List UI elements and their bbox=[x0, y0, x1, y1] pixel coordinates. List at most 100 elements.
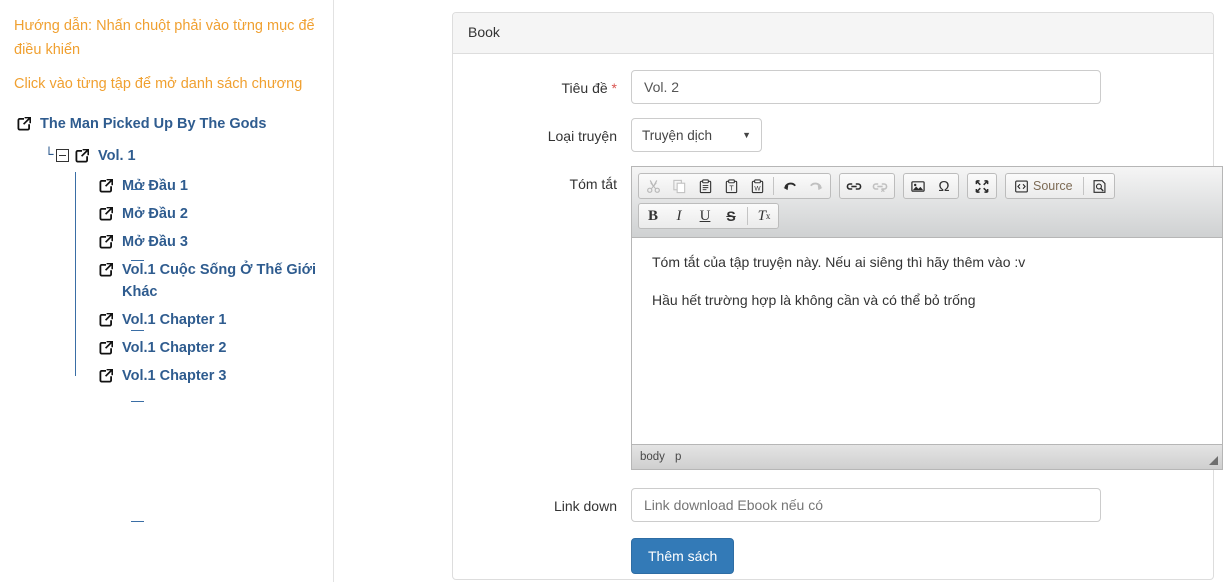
external-link-icon bbox=[98, 234, 114, 250]
toolbar-separator bbox=[773, 177, 774, 195]
hint-right-click: Hướng dẫn: Nhấn chuột phải vào từng mục … bbox=[14, 18, 315, 58]
story-type-select[interactable]: Truyện dịch ▼ bbox=[631, 118, 762, 152]
paste-icon[interactable] bbox=[692, 174, 718, 198]
source-label: Source bbox=[1033, 179, 1073, 193]
tree-connector-horizontal bbox=[131, 189, 144, 190]
tree-item-label: Vol.1 Chapter 2 bbox=[122, 340, 227, 356]
form-row-type: Loại truyện Truyện dịch ▼ bbox=[453, 118, 1213, 152]
type-label: Loại truyện bbox=[547, 128, 617, 144]
bold-icon[interactable]: B bbox=[640, 204, 666, 228]
external-link-icon bbox=[16, 116, 32, 132]
tree-item-label: Vol.1 Chapter 3 bbox=[122, 368, 227, 384]
tree-item-label: The Man Picked Up By The Gods bbox=[40, 116, 267, 132]
tree-item-book[interactable]: The Man Picked Up By The Gods bbox=[14, 110, 323, 138]
tree-item-chapter-7[interactable]: Vol.1 Chapter 3 bbox=[98, 362, 323, 390]
chevron-down-icon: ▼ bbox=[742, 130, 751, 140]
unlink-icon[interactable] bbox=[867, 174, 893, 198]
redo-icon[interactable] bbox=[803, 174, 829, 198]
maximize-icon[interactable] bbox=[969, 174, 995, 198]
editor-content-area[interactable]: Tóm tắt của tập truyện này. Nếu ai siêng… bbox=[632, 238, 1222, 444]
external-link-icon bbox=[98, 262, 114, 278]
tree-item-chapter-5[interactable]: Vol.1 Chapter 1 bbox=[98, 306, 323, 334]
list-item: Vol.1 Chapter 3 bbox=[98, 362, 323, 390]
external-link-icon bbox=[98, 312, 114, 328]
story-type-selected-value: Truyện dịch bbox=[642, 127, 713, 143]
book-form-panel: Book Tiêu đề * Loại truyện Truyện dịch bbox=[452, 12, 1223, 580]
title-input[interactable] bbox=[631, 70, 1101, 104]
list-item: Mở Đầu 1 bbox=[98, 172, 323, 200]
external-link-icon bbox=[98, 368, 114, 384]
external-link-icon bbox=[98, 340, 114, 356]
summary-field-wrap: T W Ω Source B I U S T x Tóm tắt của tập… bbox=[631, 166, 1228, 470]
link-down-field-wrap bbox=[631, 488, 1213, 522]
form-row-submit: Thêm sách bbox=[453, 538, 1213, 574]
tree-item-volume[interactable]: └ Vol. 1 bbox=[42, 142, 323, 170]
rich-text-editor: T W Ω Source B I U S T x Tóm tắt của tập… bbox=[631, 166, 1223, 470]
tree-item-chapter-2[interactable]: Mở Đầu 2 bbox=[98, 200, 323, 228]
resize-grip-icon[interactable] bbox=[1209, 456, 1218, 465]
tree-item-chapter-6[interactable]: Vol.1 Chapter 2 bbox=[98, 334, 323, 362]
clipboard-group: T W bbox=[638, 173, 831, 199]
tree-item-chapter-3[interactable]: Mở Đầu 3 bbox=[98, 228, 323, 256]
editor-toolbar: T W Ω Source B I U S T x bbox=[632, 167, 1222, 238]
source-icon bbox=[1015, 180, 1028, 193]
svg-text:T: T bbox=[729, 185, 734, 192]
tree-item-label: Mở Đầu 2 bbox=[122, 206, 188, 222]
cut-icon[interactable] bbox=[640, 174, 666, 198]
paste-from-word-icon[interactable]: W bbox=[744, 174, 770, 198]
tree-item-label: Vol.1 Cuộc Sống Ở Thế Giới Khác bbox=[122, 262, 317, 300]
list-item: Vol.1 Chapter 2 bbox=[98, 334, 323, 362]
tree-item-label: Mở Đầu 3 bbox=[122, 234, 188, 250]
tree-item-chapter-1[interactable]: Mở Đầu 1 bbox=[98, 172, 323, 200]
link-icon[interactable] bbox=[841, 174, 867, 198]
collapse-minus-icon[interactable] bbox=[56, 149, 69, 162]
editor-paragraph-1: Tóm tắt của tập truyện này. Nếu ai siêng… bbox=[652, 254, 1026, 270]
editor-element-path: body p bbox=[632, 444, 1222, 469]
link-group bbox=[839, 173, 895, 199]
list-item: Vol.1 Chapter 1 bbox=[98, 306, 323, 522]
editor-paragraph-2: Hầu hết trường hợp là không cần và có th… bbox=[652, 292, 976, 308]
list-item: Vol.1 Cuộc Sống Ở Thế Giới Khác bbox=[98, 256, 323, 402]
app-root: Hướng dẫn: Nhấn chuột phải vào từng mục … bbox=[0, 0, 1228, 582]
tree-children-level2: Mở Đầu 1 Mở Đầu 2 Mở Đầu 3 Vol.1 Cuộc Số… bbox=[42, 172, 323, 522]
strikethrough-icon[interactable]: S bbox=[718, 204, 744, 228]
svg-text:W: W bbox=[754, 185, 761, 192]
tree-connector-elbow: └ bbox=[44, 147, 54, 164]
underline-icon[interactable]: U bbox=[692, 204, 718, 228]
external-link-icon bbox=[74, 148, 90, 164]
form-row-summary: Tóm tắt T W Ω Source B I U S T x Tóm tắt… bbox=[453, 166, 1223, 470]
hint-click-volume: Click vào từng tập để mở danh sách chươn… bbox=[14, 76, 303, 92]
book-tree: The Man Picked Up By The Gods └ Vol. 1 M… bbox=[14, 110, 323, 522]
tree-children-level1: └ Vol. 1 Mở Đầu 1 Mở Đầu 2 Mở Đầu 3 Vol.… bbox=[14, 142, 323, 522]
panel-title: Book bbox=[453, 13, 1213, 54]
tree-connector-horizontal bbox=[131, 401, 144, 402]
toolbar-separator bbox=[1082, 177, 1084, 195]
add-book-button[interactable]: Thêm sách bbox=[631, 538, 735, 574]
element-path-p[interactable]: p bbox=[675, 451, 681, 463]
external-link-icon bbox=[98, 178, 114, 194]
preview-icon[interactable] bbox=[1087, 174, 1113, 198]
chapter-tree-sidebar: Hướng dẫn: Nhấn chuột phải vào từng mục … bbox=[0, 0, 334, 582]
toolbar-separator bbox=[747, 207, 748, 225]
source-button[interactable]: Source bbox=[1007, 174, 1080, 198]
insert-group: Ω bbox=[903, 173, 959, 199]
element-path-body[interactable]: body bbox=[640, 451, 665, 463]
link-down-input[interactable] bbox=[631, 488, 1101, 522]
undo-icon[interactable] bbox=[777, 174, 803, 198]
summary-label: Tóm tắt bbox=[569, 176, 617, 192]
submit-spacer bbox=[453, 538, 631, 574]
tree-connector-vertical bbox=[75, 172, 76, 376]
list-item: Mở Đầu 3 bbox=[98, 228, 323, 331]
document-group: Source bbox=[1005, 173, 1115, 199]
form-row-link-down: Link down bbox=[453, 488, 1213, 522]
tree-item-label: Vol.1 Chapter 1 bbox=[122, 312, 227, 328]
submit-wrap: Thêm sách bbox=[631, 538, 1213, 574]
tree-connector-horizontal bbox=[131, 521, 144, 522]
remove-format-icon[interactable]: Tx bbox=[751, 204, 777, 228]
copy-icon[interactable] bbox=[666, 174, 692, 198]
paste-text-icon[interactable]: T bbox=[718, 174, 744, 198]
tree-item-chapter-4[interactable]: Vol.1 Cuộc Sống Ở Thế Giới Khác bbox=[98, 256, 323, 306]
image-icon[interactable] bbox=[905, 174, 931, 198]
italic-icon[interactable]: I bbox=[666, 204, 692, 228]
list-item: Mở Đầu 2 bbox=[98, 200, 323, 261]
